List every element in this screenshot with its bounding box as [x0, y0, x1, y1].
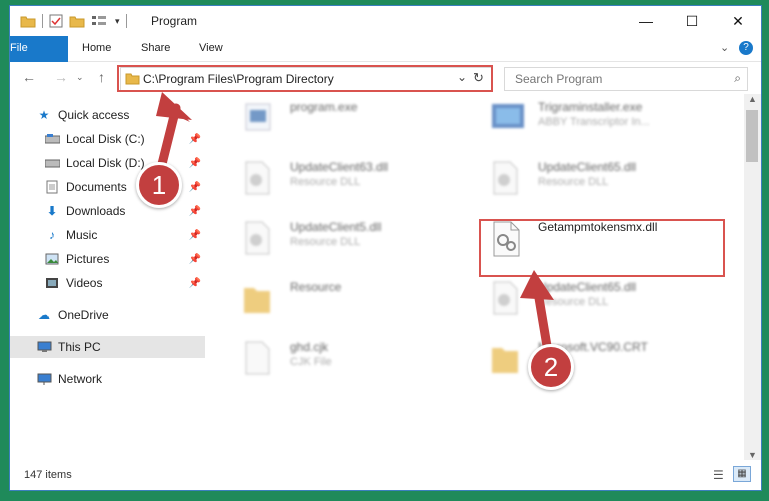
- dll-file-icon: [242, 220, 278, 260]
- pin-icon[interactable]: 📌: [189, 254, 201, 265]
- tab-share[interactable]: Share: [141, 36, 170, 61]
- vertical-scrollbar[interactable]: ▲ ▼: [744, 94, 761, 460]
- maximize-button[interactable]: ☐: [669, 6, 715, 36]
- list-item[interactable]: UpdateClient63.dll Resource DLL: [242, 160, 472, 208]
- list-item[interactable]: ghd.cjk CJK File: [242, 340, 472, 388]
- status-bar: 147 items ☰ ▦: [10, 462, 761, 490]
- properties-icon[interactable]: [49, 14, 63, 28]
- list-item[interactable]: program.exe: [242, 100, 472, 148]
- drive-icon: [44, 156, 60, 170]
- minimize-button[interactable]: —: [623, 6, 669, 36]
- installer-icon: [490, 100, 526, 140]
- forward-arrow-icon[interactable]: →: [54, 69, 68, 85]
- toolbar-separator: [42, 14, 43, 28]
- dll-file-icon: [242, 160, 278, 200]
- download-icon: ⬇: [46, 204, 58, 218]
- item-count: 147 items: [24, 469, 72, 481]
- star-icon: ★: [38, 108, 50, 122]
- ribbon-tabs: File Home Share View ⌄ ?: [10, 36, 761, 84]
- sidebar-item-music[interactable]: ♪ Music 📌: [10, 224, 205, 246]
- toolbar-separator: [125, 14, 127, 28]
- help-icon[interactable]: ?: [739, 41, 753, 55]
- computer-icon: [36, 340, 52, 354]
- step-badge-2: 2: [528, 344, 574, 390]
- list-item[interactable]: UpdateClient65.dll Resource DLL: [490, 280, 720, 328]
- pin-icon[interactable]: 📌: [189, 278, 201, 289]
- title-bar: ▾ Program — ☐ ✕: [10, 6, 761, 36]
- folder-icon: [490, 340, 526, 380]
- generic-file-icon: [242, 340, 278, 380]
- search-box[interactable]: ⌕: [504, 67, 748, 91]
- sidebar-item-videos[interactable]: Videos 📌: [10, 272, 205, 294]
- pin-icon[interactable]: 📌: [189, 230, 201, 241]
- dll-file-icon: [490, 160, 526, 200]
- file-list: program.exe Trigraminstaller.exe ABBY Tra…: [220, 94, 742, 460]
- pictures-icon: [44, 252, 60, 266]
- scrollbar-thumb[interactable]: [746, 110, 758, 162]
- window-title: Program: [151, 14, 198, 28]
- music-icon: ♪: [49, 228, 55, 242]
- tab-home[interactable]: Home: [82, 36, 111, 61]
- list-item[interactable]: UpdateClient5.dll Resource DLL: [242, 220, 472, 268]
- new-folder-icon[interactable]: [69, 14, 85, 28]
- list-item[interactable]: Resource: [242, 280, 472, 328]
- customize-icon[interactable]: [91, 14, 109, 28]
- list-item[interactable]: UpdateClient65.dll Resource DLL: [490, 160, 720, 208]
- list-item[interactable]: Microsoft.VC90.CRT: [490, 340, 720, 388]
- exe-file-icon: [242, 100, 278, 140]
- tiles-view-icon[interactable]: ▦: [733, 466, 751, 482]
- sidebar-item-downloads[interactable]: ⬇ Downloads 📌: [10, 200, 205, 222]
- explorer-window: ▾ Program — ☐ ✕ File Home Share View ⌄ ?…: [10, 6, 761, 490]
- highlight-address-box: [117, 65, 493, 92]
- scroll-up-icon[interactable]: ▲: [748, 94, 757, 104]
- pin-icon[interactable]: 📌: [189, 182, 201, 193]
- sidebar-item-pictures[interactable]: Pictures 📌: [10, 248, 205, 270]
- pin-icon[interactable]: 📌: [189, 134, 201, 145]
- sidebar-item-quick-access[interactable]: ★ Quick access: [10, 104, 205, 126]
- history-chevron-icon[interactable]: ⌄: [76, 72, 84, 83]
- pin-icon[interactable]: 📌: [189, 206, 201, 217]
- step-badge-1: 1: [136, 162, 182, 208]
- expand-ribbon-icon[interactable]: ⌄: [720, 41, 729, 54]
- search-icon[interactable]: ⌕: [734, 71, 741, 86]
- navigation-pane: ★ Quick access Local Disk (C:) 📌 Local D…: [10, 94, 205, 460]
- close-button[interactable]: ✕: [715, 6, 761, 36]
- quick-access-toolbar: ▾: [20, 12, 127, 30]
- drive-icon: [44, 132, 60, 146]
- chevron-down-icon[interactable]: ▾: [115, 16, 120, 27]
- sidebar-item-this-pc[interactable]: This PC: [10, 336, 205, 358]
- videos-icon: [44, 276, 60, 290]
- pin-icon[interactable]: 📌: [189, 158, 201, 169]
- sidebar-item-network[interactable]: Network: [10, 368, 205, 390]
- cloud-icon: ☁: [38, 308, 50, 322]
- network-icon: [36, 372, 52, 386]
- up-arrow-icon[interactable]: ↑: [98, 69, 105, 85]
- sidebar-item-onedrive[interactable]: ☁ OneDrive: [10, 304, 205, 326]
- list-item[interactable]: Trigraminstaller.exe ABBY Transcriptor In…: [490, 100, 720, 148]
- tab-view[interactable]: View: [199, 36, 223, 61]
- folder-icon: [242, 280, 278, 320]
- address-row: ← → ⌄ ↑ C:\Program Files\Program Directo…: [10, 62, 761, 93]
- details-view-icon[interactable]: ☰: [713, 468, 724, 482]
- highlight-target-file: [479, 219, 725, 277]
- sidebar-item-local-disk-c[interactable]: Local Disk (C:) 📌: [10, 128, 205, 150]
- folder-icon[interactable]: [20, 14, 36, 28]
- documents-icon: [44, 180, 60, 194]
- dll-file-icon: [490, 280, 526, 320]
- scroll-down-icon[interactable]: ▼: [748, 450, 757, 460]
- search-input[interactable]: [513, 71, 717, 87]
- back-arrow-icon[interactable]: ←: [22, 69, 36, 85]
